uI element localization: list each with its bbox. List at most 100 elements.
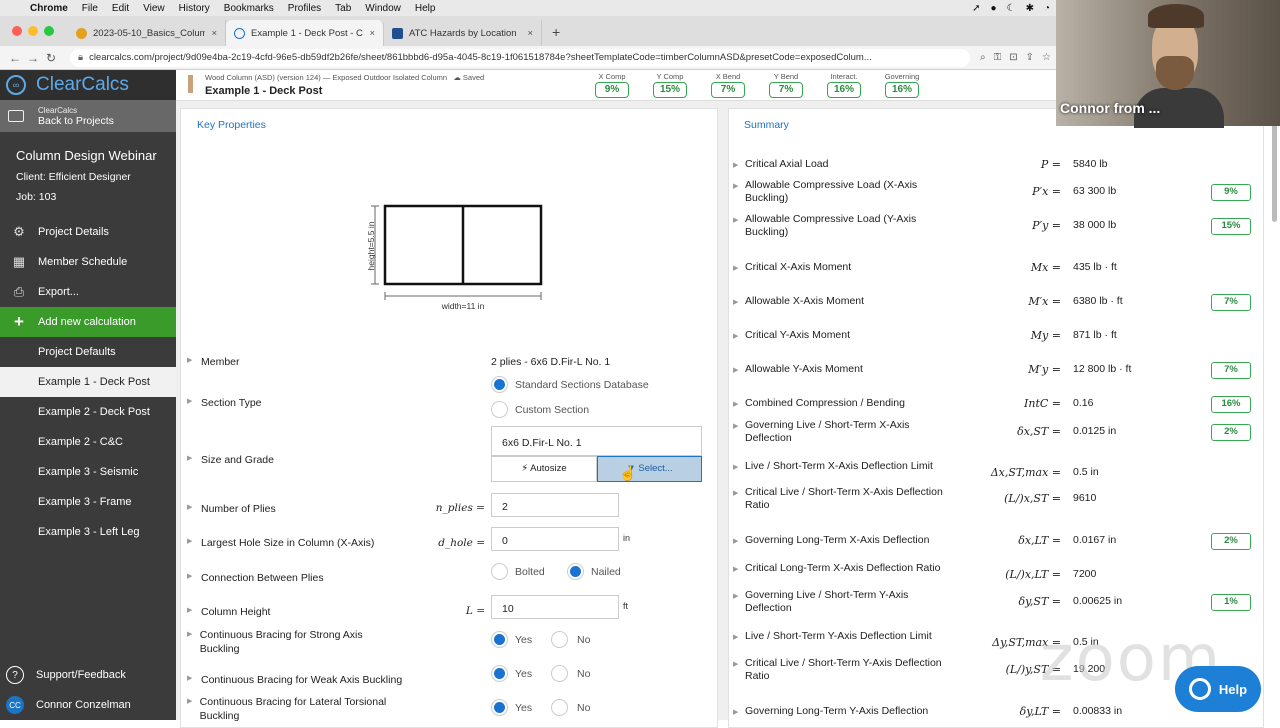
- sidebar-calc-item[interactable]: Example 2 - C&C: [0, 427, 176, 457]
- close-tab-icon[interactable]: ×: [211, 28, 217, 39]
- check-y-comp[interactable]: Y Comp 15%: [646, 72, 694, 98]
- size-grade-row[interactable]: ▶ Size and Grade: [187, 454, 274, 466]
- moon-icon[interactable]: ☾: [1007, 3, 1016, 14]
- brace-weak-row[interactable]: ▶ Continuous Bracing for Weak Axis Buckli…: [187, 674, 402, 686]
- brace-ltb-yes-radio[interactable]: [491, 699, 508, 716]
- check-x-comp[interactable]: X Comp 9%: [588, 72, 636, 98]
- reload-icon[interactable]: ↻: [42, 51, 60, 65]
- sidebar-calc-item[interactable]: Example 2 - Deck Post: [0, 397, 176, 427]
- sidebar-calc-item[interactable]: Example 3 - Seismic: [0, 457, 176, 487]
- browser-tab-active[interactable]: Example 1 - Deck Post - Colu ×: [226, 20, 384, 46]
- add-calculation-button[interactable]: + Add new calculation: [0, 307, 176, 337]
- new-tab-icon[interactable]: +: [542, 24, 570, 46]
- table-icon: ▦: [12, 254, 26, 269]
- sidebar-item-member-schedule[interactable]: ▦ Member Schedule: [0, 247, 176, 277]
- help-button[interactable]: Help: [1175, 666, 1261, 712]
- star-icon[interactable]: ☆: [1042, 52, 1051, 63]
- size-grade-input[interactable]: 6x6 D.Fir-L No. 1: [491, 426, 702, 456]
- back-arrow-icon[interactable]: ←: [6, 51, 24, 65]
- status-icon[interactable]: ●: [991, 3, 997, 14]
- summary-value: 0.16: [1073, 397, 1094, 409]
- browser-tab[interactable]: ATC Hazards by Location ×: [384, 20, 542, 46]
- menu-file[interactable]: File: [82, 3, 98, 14]
- unit-label: in: [623, 533, 631, 543]
- standard-sections-radio[interactable]: [491, 376, 508, 393]
- brace-ltb-no-radio[interactable]: [551, 699, 568, 716]
- column-height-input[interactable]: 10: [491, 595, 619, 619]
- close-window-button[interactable]: [12, 26, 22, 36]
- bluetooth-icon[interactable]: ✱: [1026, 3, 1034, 14]
- brand[interactable]: ∞ ClearCalcs: [0, 70, 176, 100]
- brace-strong-row[interactable]: ▶ Continuous Bracing for Strong Axis Buck…: [187, 628, 387, 656]
- calc-title[interactable]: Example 1 - Deck Post: [205, 85, 322, 97]
- sidebar-calc-item[interactable]: Example 3 - Left Leg: [0, 517, 176, 547]
- minimize-window-button[interactable]: [28, 26, 38, 36]
- sidebar-item-project-defaults[interactable]: Project Defaults: [0, 337, 176, 367]
- calc-subtitle: Wood Column (ASD) (version 124) — Expose…: [205, 73, 485, 82]
- brace-ltb-row[interactable]: ▶ Continuous Bracing for Lateral Torsiona…: [187, 695, 407, 723]
- summary-symbol: M′y =: [1028, 363, 1061, 376]
- check-governing[interactable]: Governing 16%: [878, 72, 926, 98]
- utilization-badge: 7%: [1211, 362, 1251, 379]
- bolted-radio[interactable]: [491, 563, 508, 580]
- install-icon[interactable]: ⊡: [1009, 52, 1017, 63]
- select-section-button[interactable]: ▼ Select...: [597, 456, 702, 482]
- height-symbol: L =: [465, 605, 485, 617]
- browser-tab[interactable]: 2023-05-10_Basics_ColumnD ×: [68, 20, 226, 46]
- forward-arrow-icon[interactable]: →: [24, 51, 42, 65]
- close-tab-icon[interactable]: ×: [369, 28, 375, 39]
- sidebar-calc-item[interactable]: Example 3 - Frame: [0, 487, 176, 517]
- summary-symbol: δy,ST =: [1018, 595, 1061, 608]
- menu-view[interactable]: View: [143, 3, 165, 14]
- sidebar-calc-item-active[interactable]: Example 1 - Deck Post: [0, 367, 176, 397]
- brace-strong-yes-radio[interactable]: [491, 631, 508, 648]
- menu-chrome[interactable]: Chrome: [30, 3, 68, 14]
- support-feedback-button[interactable]: ? Support/Feedback: [0, 660, 176, 690]
- zoom-window-button[interactable]: [44, 26, 54, 36]
- menu-help[interactable]: Help: [415, 3, 436, 14]
- cursor-icon[interactable]: ➚: [972, 3, 980, 14]
- user-menu[interactable]: CC Connor Conzelman: [0, 690, 176, 720]
- menu-bookmarks[interactable]: Bookmarks: [224, 3, 274, 14]
- caret-right-icon: ▶: [733, 217, 739, 224]
- brace-weak-yes-radio[interactable]: [491, 665, 508, 682]
- hole-size-row[interactable]: ▶ Largest Hole Size in Column (X-Axis): [187, 537, 374, 549]
- menu-window[interactable]: Window: [365, 3, 401, 14]
- zoom-video-tile[interactable]: Connor from ...: [1056, 0, 1280, 128]
- plies-row[interactable]: ▶ Number of Plies: [187, 503, 276, 515]
- caret-right-icon: ▶: [187, 455, 193, 462]
- caret-right-icon: ▶: [187, 538, 193, 545]
- wifi-icon[interactable]: ◔: [1044, 3, 1050, 14]
- menu-history[interactable]: History: [179, 3, 210, 14]
- zoom-magnifier-icon[interactable]: ⌕: [980, 52, 986, 63]
- sidebar-item-project-details[interactable]: ⚙ Project Details: [0, 217, 176, 247]
- autosize-button[interactable]: ⚡︎ Autosize: [491, 456, 597, 482]
- radio-label: Yes: [515, 702, 533, 714]
- member-row[interactable]: ▶ Member: [187, 356, 240, 368]
- column-height-row[interactable]: ▶ Column Height: [187, 606, 270, 618]
- custom-section-radio[interactable]: [491, 401, 508, 418]
- brace-strong-no-radio[interactable]: [551, 631, 568, 648]
- plies-input[interactable]: 2: [491, 493, 619, 517]
- key-icon[interactable]: ⚿: [994, 52, 1002, 63]
- check-interaction[interactable]: Interact. 16%: [820, 72, 868, 98]
- brace-weak-no-radio[interactable]: [551, 665, 568, 682]
- close-tab-icon[interactable]: ×: [527, 28, 533, 39]
- menu-tab[interactable]: Tab: [335, 3, 351, 14]
- summary-symbol: δy,LT =: [1019, 705, 1061, 718]
- check-y-bend[interactable]: Y Bend 7%: [762, 72, 810, 98]
- sidebar-item-export[interactable]: ⎙ Export...: [0, 277, 176, 307]
- address-bar[interactable]: 🔒︎ clearcalcs.com/project/9d09e4ba-2c19-…: [70, 48, 970, 67]
- connection-row[interactable]: ▶ Connection Between Plies: [187, 572, 324, 584]
- menu-profiles[interactable]: Profiles: [288, 3, 321, 14]
- utilization-badge: 2%: [1211, 533, 1251, 550]
- check-x-bend[interactable]: X Bend 7%: [704, 72, 752, 98]
- menu-edit[interactable]: Edit: [112, 3, 129, 14]
- hole-size-input[interactable]: 0: [491, 527, 619, 551]
- project-client: Client: Efficient Designer: [16, 171, 131, 183]
- section-type-row[interactable]: ▶ Section Type: [187, 397, 262, 409]
- back-to-projects-button[interactable]: ClearCalcs Back to Projects: [0, 100, 176, 132]
- share-icon[interactable]: ⇪: [1026, 52, 1034, 63]
- nailed-radio[interactable]: [567, 563, 584, 580]
- caret-right-icon: ▶: [733, 333, 739, 340]
